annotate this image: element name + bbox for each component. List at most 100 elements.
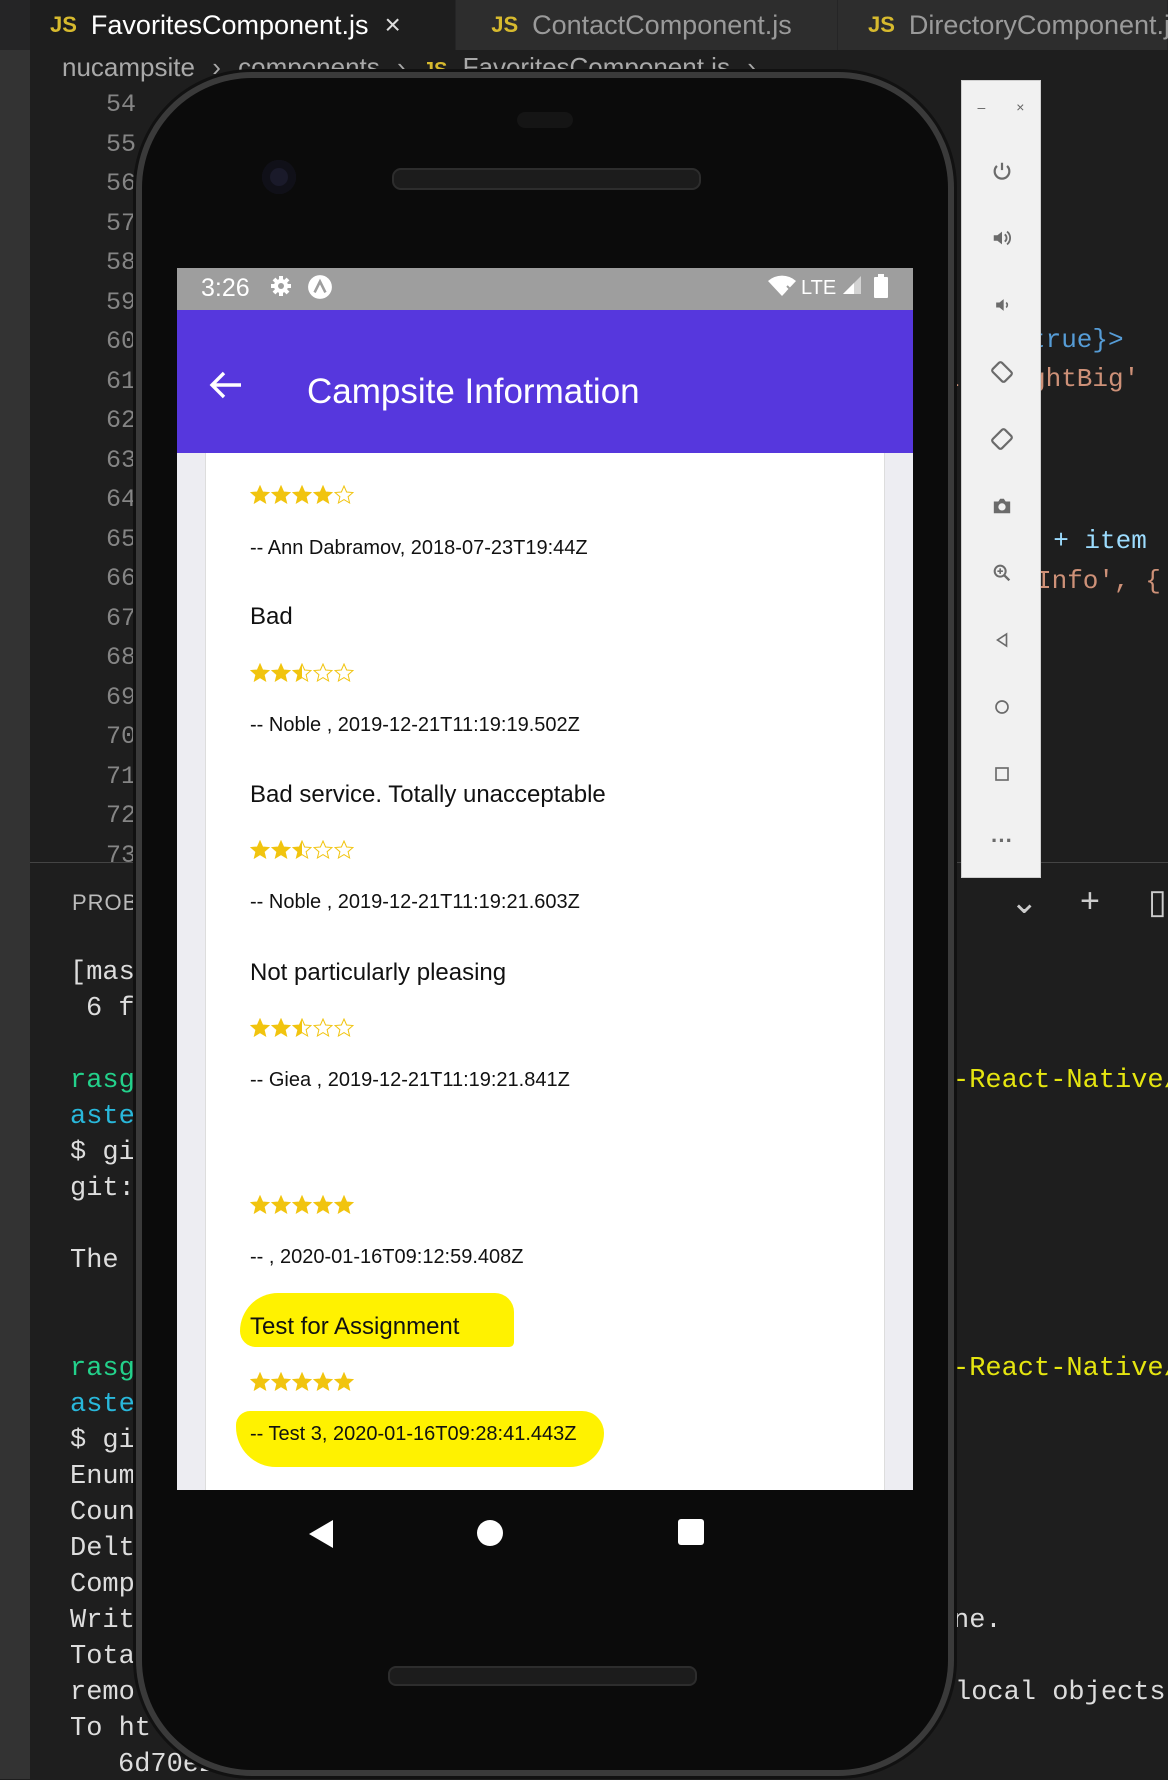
star-empty-icon [333,484,355,510]
back-icon[interactable] [962,620,1042,660]
star-filled-icon [249,1371,271,1397]
more-icon[interactable]: ··· [962,821,1042,861]
tab-favorites-component[interactable]: JS FavoritesComponent.js × [30,0,457,50]
minimize-icon[interactable]: – [978,99,986,115]
star-half-icon [291,662,313,688]
star-filled-icon [249,484,271,510]
earpiece-speaker [392,168,701,190]
terminal-line: aster [70,1390,152,1420]
chevron-down-icon[interactable]: ⌄ [1010,882,1039,922]
nav-home-icon[interactable] [475,1518,505,1553]
zoom-icon[interactable] [962,553,1042,593]
split-terminal-icon[interactable]: ▯ [1148,882,1167,922]
line-number: 72 [105,801,136,830]
tab-directory-component[interactable]: JS DirectoryComponent.js [838,0,1168,50]
volume-up-icon[interactable] [962,218,1042,258]
app-notification-icon [307,274,333,306]
star-filled-icon [270,662,292,688]
star-empty-icon [333,1017,355,1043]
terminal-line: rasgb [70,1354,152,1384]
star-filled-icon [249,839,271,865]
line-number: 65 [105,524,136,554]
js-file-icon: JS [50,12,77,37]
add-terminal-icon[interactable]: + [1080,882,1100,921]
wifi-icon [767,274,797,304]
star-filled-icon [333,1371,355,1397]
line-number: 62 [105,406,136,435]
emulator-toolbar: – × ··· [961,80,1041,878]
front-camera-icon [262,160,296,194]
code-fragment: true}> [1030,325,1124,355]
star-filled-icon [312,484,334,510]
breadcrumb-item[interactable]: nucampsite [62,52,195,82]
nav-back-icon[interactable] [307,1518,335,1555]
comment-author: -- Noble , 2019-12-21T11:19:19.502Z [250,714,580,736]
star-rating [249,839,355,865]
line-number-gutter: 54 55 56 57 58 59 60 61 62 63 64 65 66 6… [60,90,140,880]
star-rating [249,484,355,510]
line-number: 64 [105,485,136,514]
terminal-line: Writi [70,1606,152,1636]
status-time: 3:26 [201,274,250,302]
phone-screen: 3:26 LTE Campsite Information -- Ann Dab… [177,268,913,1490]
line-number: 66 [105,564,136,593]
line-number: 68 [105,643,136,672]
back-arrow-icon[interactable] [209,370,243,405]
page-title: Campsite Information [307,372,640,411]
close-icon[interactable]: × [385,9,401,41]
star-filled-icon [249,1194,271,1220]
comment-author: -- , 2020-01-16T09:12:59.408Z [250,1246,524,1268]
star-half-icon [291,839,313,865]
star-empty-icon [333,839,355,865]
star-filled-icon [291,484,313,510]
comment-text: Bad [250,603,293,630]
line-number: 55 [105,129,136,159]
code-fragment: Info', { [1036,566,1161,596]
terminal-line: Delta [70,1534,152,1564]
line-number: 57 [105,208,136,238]
terminal-line: -React-Native/r [953,1066,1168,1096]
overview-icon[interactable] [962,754,1042,794]
bottom-speaker [388,1666,697,1686]
rotate-right-icon[interactable] [962,419,1042,459]
close-icon[interactable]: × [1016,99,1024,115]
camera-icon[interactable] [962,486,1042,526]
line-number: 71 [105,761,136,791]
star-filled-icon [333,1194,355,1220]
line-number: 69 [105,682,136,712]
terminal-line: $ git [70,1426,152,1456]
star-rating [249,1017,355,1043]
status-bar: 3:26 LTE [177,268,913,310]
star-filled-icon [270,839,292,865]
star-filled-icon [270,1017,292,1043]
terminal-line: ne. [953,1606,1002,1636]
power-icon[interactable] [962,151,1042,191]
android-nav-bar [177,1490,913,1580]
home-icon[interactable] [962,687,1042,727]
volume-down-icon[interactable] [962,285,1042,325]
tab-label: ContactComponent.js [532,9,792,40]
star-filled-icon [312,1194,334,1220]
comment-author: -- Ann Dabramov, 2018-07-23T19:44Z [250,537,588,559]
tab-contact-component[interactable]: JS ContactComponent.js [456,0,838,50]
comments-card: -- Ann Dabramov, 2018-07-23T19:44Z Bad -… [205,453,885,1490]
js-file-icon: JS [868,12,895,37]
star-empty-icon [312,1017,334,1043]
line-number: 56 [105,169,136,198]
breadcrumb-separator: › [212,52,221,82]
rotate-left-icon[interactable] [962,352,1042,392]
comments-scroll-area[interactable]: -- Ann Dabramov, 2018-07-23T19:44Z Bad -… [177,453,913,1490]
nav-overview-icon[interactable] [677,1518,705,1551]
tab-label: FavoritesComponent.js [90,9,369,40]
star-empty-icon [312,662,334,688]
terminal-line: $ git [70,1138,152,1168]
line-number: 63 [105,445,136,475]
line-number: 73 [105,840,136,870]
line-number: 54 [105,90,136,119]
terminal-line: To ht [70,1714,152,1744]
comment-author: -- Giea , 2019-12-21T11:19:21.841Z [250,1069,570,1091]
terminal-line: local objects [955,1678,1166,1708]
line-number: 59 [105,287,136,317]
terminal-line: Total [70,1642,152,1672]
line-number: 67 [105,603,136,633]
